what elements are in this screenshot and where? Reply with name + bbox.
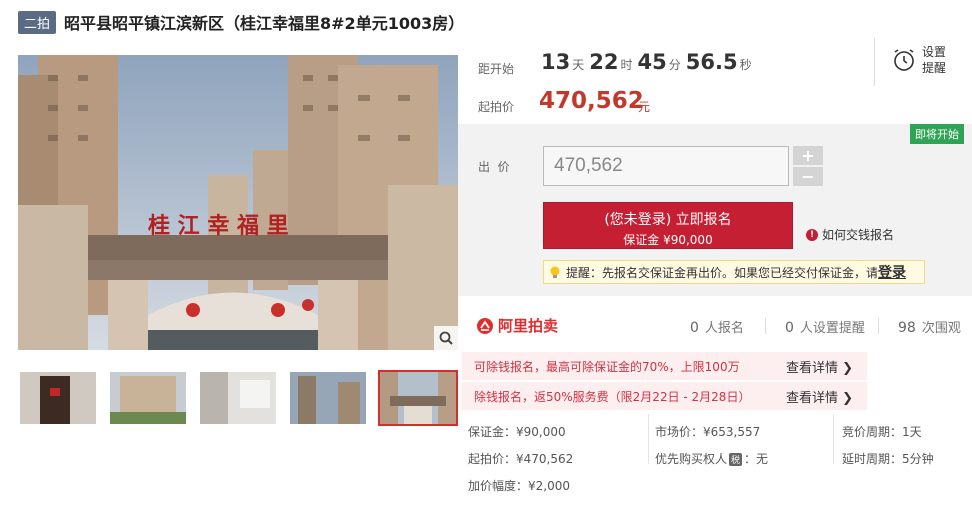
zoom-icon[interactable] — [434, 326, 458, 350]
start-price-label: 起拍价 — [478, 100, 515, 114]
platform-logo: 阿里拍卖 — [476, 315, 558, 336]
reminder-label: 设置提醒 — [922, 45, 947, 75]
residential-gate-photo: 桂 江 幸 福 里 — [18, 55, 458, 350]
column-divider — [648, 414, 649, 464]
stat-label: 人报名 — [704, 321, 744, 336]
promo-text: 除钱报名，返50%服务费（限2月22日 - 2月28日） — [474, 389, 751, 404]
increase-bid-button[interactable]: + — [793, 146, 823, 165]
how-to-pay-link[interactable]: ! 如何交钱报名 — [806, 226, 894, 243]
priority-value: ：无 — [744, 452, 769, 466]
column-divider — [833, 414, 834, 464]
start-price-value: 470,562 — [539, 88, 644, 114]
status-badge: 即将开始 — [910, 124, 964, 144]
stat-label: 人设置提醒 — [799, 321, 865, 336]
market-price-info: 市场价：¥653,557 — [655, 425, 761, 439]
delay-cycle-info: 延时周期：5分钟 — [842, 452, 934, 466]
minutes-value: 45 — [637, 50, 667, 74]
signup-label: (您未登录) 立即报名 — [604, 212, 732, 228]
login-tip: 提醒：先报名交保证金再出价。如果您已经交付保证金，请 登录 — [543, 260, 925, 284]
bid-cycle-info: 竞价周期：1天 — [842, 425, 922, 439]
bid-stepper: + − — [793, 146, 823, 186]
thumbnail-2[interactable] — [108, 370, 188, 426]
gate-sign: 桂 江 幸 福 里 — [148, 213, 289, 239]
main-photo[interactable]: 桂 江 幸 福 里 — [18, 55, 458, 350]
promo-banner-2: 除钱报名，返50%服务费（限2月22日 - 2月28日） 查看详情 ❯ — [462, 382, 867, 410]
platform-name: 阿里拍卖 — [498, 317, 559, 335]
days-value: 13 — [541, 50, 571, 74]
hours-unit: 时 — [620, 58, 633, 72]
promo-details-link[interactable]: 查看详情 ❯ — [786, 387, 853, 406]
priority-label: 优先购买权人 — [655, 452, 728, 466]
stat-signups: 0 人报名 — [690, 317, 744, 336]
thumbnail-5[interactable] — [378, 370, 458, 426]
stat-value: 98 — [898, 320, 916, 336]
divider — [874, 38, 875, 86]
stat-label: 次围观 — [921, 321, 961, 336]
thumbnail-4[interactable] — [288, 370, 368, 426]
stat-divider — [878, 318, 879, 334]
decrease-bid-button[interactable]: − — [793, 167, 823, 186]
round-badge: 二拍 — [18, 10, 57, 34]
promo-banner-1: 可除钱报名，最高可除保证金的70%，上限100万 查看详情 ❯ — [462, 352, 867, 380]
stat-reminders: 0 人设置提醒 — [785, 317, 865, 336]
seconds-value: 56.5 — [685, 50, 738, 74]
lightbulb-icon — [550, 266, 560, 278]
set-reminder-button[interactable]: 设置提醒 — [892, 44, 948, 76]
bid-input[interactable]: 470,562 — [543, 146, 789, 186]
page-title: 昭平县昭平镇江滨新区（桂江幸福里8#2单元1003房） — [64, 14, 465, 33]
stat-value: 0 — [785, 320, 794, 336]
ali-auction-icon — [477, 317, 493, 334]
increment-info: 加价幅度：¥2,000 — [468, 479, 570, 493]
promo-details-link[interactable]: 查看详情 ❯ — [786, 357, 853, 376]
login-link[interactable]: 登录 — [878, 262, 906, 282]
signup-button[interactable]: (您未登录) 立即报名 保证金 ¥90,000 — [543, 202, 793, 249]
promo-text: 可除钱报名，最高可除保证金的70%，上限100万 — [474, 359, 740, 374]
title-row: 二拍 昭平县昭平镇江滨新区（桂江幸福里8#2单元1003房） — [18, 10, 464, 34]
stat-value: 0 — [690, 320, 699, 336]
countdown-timer: 13 天 22 时 45 分 56.5 秒 — [541, 50, 757, 74]
how-to-pay-label: 如何交钱报名 — [822, 228, 895, 242]
alarm-clock-icon — [894, 49, 914, 71]
days-unit: 天 — [572, 58, 585, 72]
info-icon: ! — [806, 228, 818, 241]
seconds-unit: 秒 — [739, 58, 752, 72]
countdown-label: 距开始 — [478, 62, 515, 76]
tax-icon: 税 — [729, 453, 743, 466]
deposit-info: 保证金：¥90,000 — [468, 425, 566, 439]
bid-label: 出 价 — [478, 160, 510, 174]
tip-text: 提醒：先报名交保证金再出价。如果您已经交付保证金，请 — [566, 265, 879, 280]
stat-views: 98 次围观 — [898, 317, 961, 336]
priority-buyer-info: 优先购买权人税：无 — [655, 450, 768, 467]
thumbnail-3[interactable] — [198, 370, 278, 426]
minutes-unit: 分 — [668, 58, 681, 72]
start-price-info: 起拍价：¥470,562 — [468, 452, 574, 466]
thumbnail-1[interactable] — [18, 370, 98, 426]
hours-value: 22 — [589, 50, 619, 74]
currency-unit: 元 — [638, 100, 651, 114]
signup-deposit: 保证金 ¥90,000 — [623, 233, 713, 247]
stat-divider — [765, 318, 766, 334]
thumbnail-strip — [18, 370, 468, 426]
